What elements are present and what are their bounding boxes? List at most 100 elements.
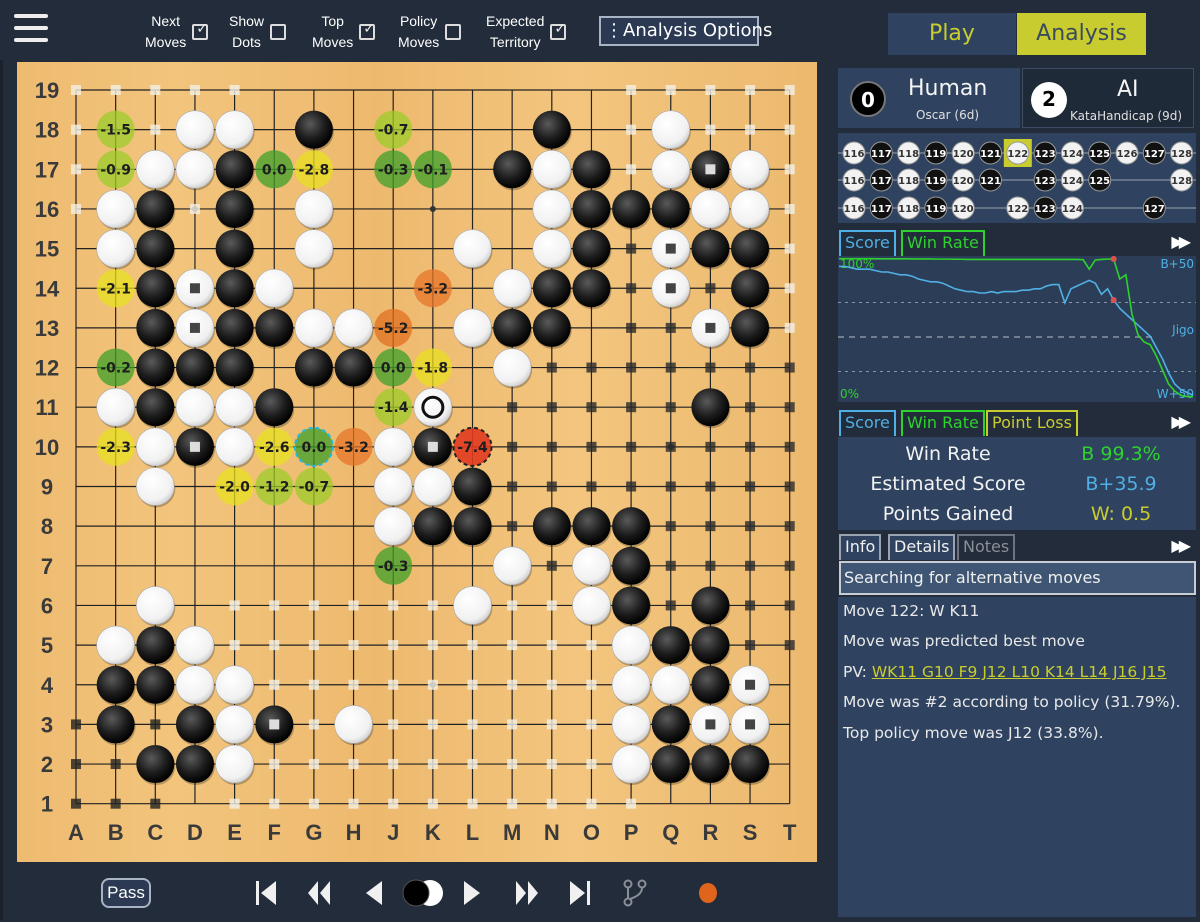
pv-link[interactable]: WK11 G10 F9 J12 L10 K14 L14 J16 J15 bbox=[872, 663, 1167, 681]
black-stone bbox=[572, 150, 611, 189]
black-stone bbox=[255, 308, 294, 347]
territory-marker bbox=[546, 679, 557, 690]
checkbox[interactable]: ✓ bbox=[192, 21, 209, 40]
black-stone bbox=[612, 546, 651, 585]
move-hint-value: -0.7 bbox=[299, 480, 330, 496]
stat-tab-win-rate[interactable]: Win Rate bbox=[901, 410, 985, 436]
info-tabs: Info Details Notes ▶▶ bbox=[838, 534, 1196, 560]
territory-marker bbox=[269, 679, 280, 690]
back-ten-icon[interactable] bbox=[304, 878, 334, 908]
white-stone bbox=[611, 705, 651, 744]
territory-marker bbox=[546, 759, 557, 770]
tree-node-label: 117 bbox=[871, 176, 892, 187]
pass-button[interactable]: Pass bbox=[101, 878, 151, 908]
checkbox[interactable] bbox=[270, 24, 287, 40]
stat-tab-point-loss[interactable]: Point Loss bbox=[986, 410, 1078, 436]
pv-label: PV: bbox=[843, 663, 872, 681]
white-stone bbox=[453, 586, 492, 625]
territory-marker bbox=[586, 441, 597, 452]
score-winrate-graph[interactable]: 100% 0% B+50 Jigo W+50 bbox=[838, 256, 1196, 402]
territory-marker bbox=[665, 521, 676, 532]
board-canvas[interactable]: 19 18 17 16 15 14 13 12 11 10 9 8 7 6 5 4 3 2 1A B C D E F G H J K L… bbox=[17, 62, 817, 862]
territory-marker bbox=[507, 679, 518, 690]
forward-ten-icon[interactable] bbox=[512, 878, 542, 908]
white-stone bbox=[532, 229, 572, 268]
move-hint-value: -0.9 bbox=[100, 162, 131, 178]
toggle-policy-moves[interactable]: Policy Moves bbox=[398, 10, 462, 54]
checkbox[interactable]: ✓ bbox=[359, 21, 376, 40]
territory-marker bbox=[586, 640, 597, 651]
territory-marker bbox=[467, 719, 478, 730]
fast-forward-icon[interactable]: ▶▶ bbox=[1171, 412, 1190, 431]
graph-tabs: Score Win Rate ▶▶ bbox=[838, 230, 1196, 256]
white-stone bbox=[215, 110, 254, 149]
tree-node-label: 118 bbox=[898, 149, 919, 160]
toggle-show-dots[interactable]: Show Dots bbox=[229, 10, 287, 54]
back-one-icon[interactable] bbox=[360, 878, 386, 908]
fast-forward-icon[interactable]: ▶▶ bbox=[1171, 536, 1190, 555]
graph-tab-score[interactable]: Score bbox=[839, 230, 896, 256]
toggle-top-moves[interactable]: Top Moves ✓ bbox=[312, 10, 376, 54]
analysis-options-button[interactable]: ⋮Analysis Options bbox=[599, 16, 772, 46]
move-hint-value: -2.3 bbox=[100, 440, 131, 456]
black-stone bbox=[136, 745, 175, 784]
player-white-panel[interactable]: 2 AI KataHandicap (9d) bbox=[1022, 68, 1194, 128]
move-hint-value: -2.6 bbox=[259, 440, 290, 456]
territory-marker bbox=[427, 640, 438, 651]
stat-label: Win Rate bbox=[905, 443, 991, 465]
toggle-label: Next Moves bbox=[145, 13, 187, 50]
first-move-icon[interactable] bbox=[252, 878, 280, 908]
last-move-icon[interactable] bbox=[566, 878, 594, 908]
territory-marker bbox=[229, 798, 240, 809]
branch-icon[interactable] bbox=[622, 878, 648, 908]
stat-tab-score[interactable]: Score bbox=[839, 410, 896, 436]
info-tab-info[interactable]: Info bbox=[839, 534, 882, 560]
move-hint-value: -0.3 bbox=[378, 559, 409, 575]
forward-one-icon[interactable] bbox=[460, 878, 486, 908]
record-icon[interactable] bbox=[696, 878, 720, 908]
stat-value: W: 0.5 bbox=[1090, 503, 1152, 525]
territory-marker bbox=[784, 600, 795, 611]
territory-marker bbox=[546, 560, 557, 571]
territory-marker bbox=[348, 798, 359, 809]
col-label: L bbox=[466, 820, 479, 845]
toggle-next-moves[interactable]: Next Moves ✓ bbox=[145, 10, 209, 54]
territory-marker bbox=[427, 600, 438, 611]
tree-node-label: 122 bbox=[1007, 204, 1028, 215]
row-label: 11 bbox=[35, 395, 58, 420]
fast-forward-icon[interactable]: ▶▶ bbox=[1171, 232, 1190, 251]
graph-label-top-right: B+50 bbox=[1160, 257, 1194, 271]
tree-node-label: 123 bbox=[1035, 204, 1056, 215]
go-board[interactable]: 19 18 17 16 15 14 13 12 11 10 9 8 7 6 5 4 3 2 1 A B C D E F G H J K L… bbox=[17, 62, 817, 862]
white-stone bbox=[334, 308, 373, 348]
col-label: Q bbox=[662, 820, 679, 845]
territory-marker bbox=[308, 640, 319, 651]
black-stone bbox=[691, 665, 730, 704]
tab-play[interactable]: Play bbox=[888, 13, 1016, 55]
tree-node-label: 120 bbox=[953, 176, 974, 187]
move-tree-canvas[interactable]: 116 117 118 119 120 121 122 123 124 125 126 127 128 1… bbox=[838, 133, 1196, 223]
move-hint-value: -0.7 bbox=[378, 123, 409, 139]
move-tree[interactable]: 116 117 118 119 120 121 122 123 124 125 126 127 128 1… bbox=[838, 133, 1196, 223]
info-tab-details[interactable]: Details bbox=[888, 534, 956, 560]
hamburger-menu-icon[interactable] bbox=[14, 14, 48, 46]
territory-marker bbox=[269, 759, 280, 770]
black-stone bbox=[493, 150, 532, 189]
territory-marker bbox=[507, 402, 518, 413]
territory-marker bbox=[784, 441, 795, 452]
black-stone bbox=[691, 229, 730, 268]
checkbox[interactable] bbox=[445, 24, 462, 40]
territory-marker bbox=[427, 798, 438, 809]
player-black-panel[interactable]: 0 Human Oscar (6d) bbox=[838, 68, 1020, 128]
current-move-marker bbox=[1110, 297, 1117, 303]
tab-analysis[interactable]: Analysis bbox=[1017, 13, 1146, 55]
info-tab-notes[interactable]: Notes bbox=[957, 534, 1016, 560]
territory-marker bbox=[110, 85, 121, 95]
graph-canvas[interactable]: 100%0%B+50JigoW+50 bbox=[838, 256, 1196, 402]
toggle-expected-territory[interactable]: Expected Territory ✓ bbox=[486, 10, 567, 54]
graph-tab-win-rate[interactable]: Win Rate bbox=[901, 230, 985, 256]
checkbox[interactable]: ✓ bbox=[550, 21, 567, 40]
tree-node-label: 116 bbox=[844, 176, 865, 187]
black-stone bbox=[532, 110, 571, 149]
black-stone bbox=[255, 388, 294, 427]
